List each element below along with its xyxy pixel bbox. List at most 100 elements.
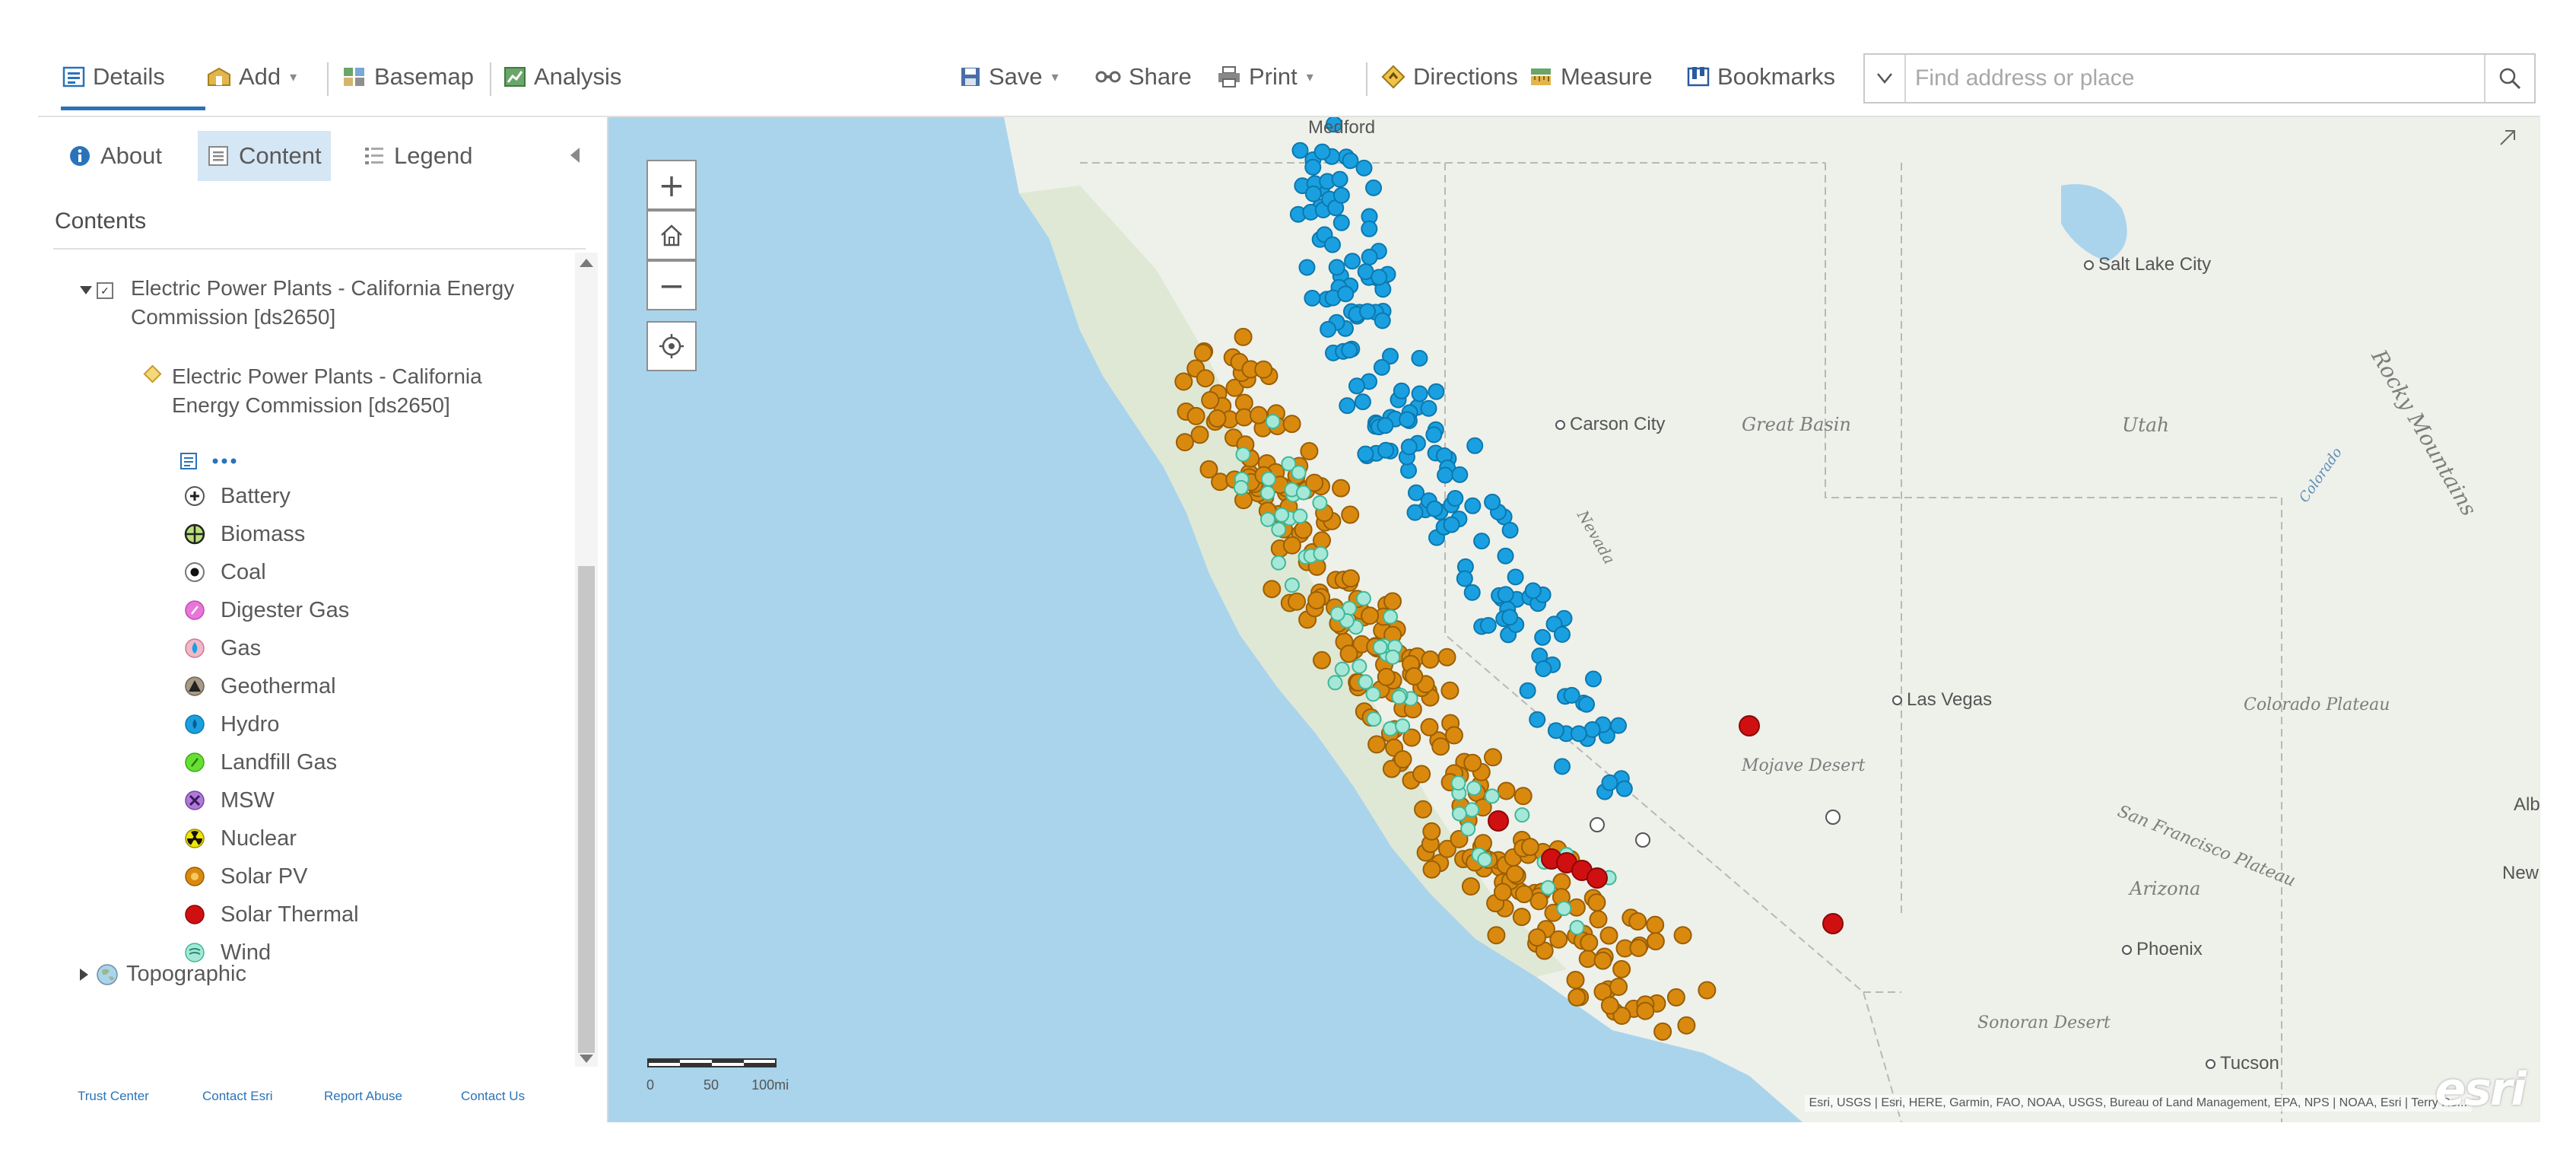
plant-marker[interactable] xyxy=(1313,143,1331,161)
plant-marker[interactable] xyxy=(1295,485,1311,501)
search-button[interactable] xyxy=(2484,55,2534,102)
plant-marker[interactable] xyxy=(1259,485,1275,501)
plant-marker[interactable] xyxy=(1477,851,1493,867)
plant-marker[interactable] xyxy=(1208,409,1227,428)
plant-marker[interactable] xyxy=(1291,142,1309,159)
plant-marker[interactable] xyxy=(1563,686,1580,704)
plant-marker[interactable] xyxy=(1391,689,1407,705)
details-button[interactable]: Details xyxy=(62,58,165,96)
plant-marker[interactable] xyxy=(1609,978,1628,996)
plant-marker[interactable] xyxy=(1313,546,1329,562)
plant-marker[interactable] xyxy=(1399,411,1416,428)
more-options-icon[interactable] xyxy=(211,457,237,465)
plant-marker[interactable] xyxy=(1479,617,1497,634)
plant-marker[interactable] xyxy=(1420,717,1439,736)
plant-marker[interactable] xyxy=(1610,717,1627,734)
plant-marker[interactable] xyxy=(1355,159,1373,177)
plant-marker[interactable] xyxy=(1400,462,1417,479)
contact-esri-link[interactable]: Contact Esri xyxy=(202,1089,273,1104)
layer-title[interactable]: Electric Power Plants - California Energ… xyxy=(131,274,526,332)
tab-legend[interactable]: Legend xyxy=(364,131,472,181)
plant-marker[interactable] xyxy=(1201,391,1220,409)
plant-marker[interactable] xyxy=(1677,1016,1696,1035)
locate-button[interactable] xyxy=(646,321,697,371)
plant-marker[interactable] xyxy=(1497,586,1514,603)
plant-marker[interactable] xyxy=(1373,358,1390,376)
plant-marker[interactable] xyxy=(1332,214,1350,231)
plant-marker[interactable] xyxy=(1331,170,1348,188)
plant-marker[interactable] xyxy=(1653,1022,1672,1041)
plant-marker[interactable] xyxy=(1175,433,1194,452)
plant-marker[interactable] xyxy=(1359,303,1376,320)
plant-marker[interactable] xyxy=(1365,179,1382,196)
plant-marker[interactable] xyxy=(1646,915,1665,934)
plant-marker[interactable] xyxy=(1393,750,1412,768)
sublayer-title[interactable]: Electric Power Plants - California Energ… xyxy=(172,362,514,420)
plant-marker[interactable] xyxy=(1233,479,1249,495)
plant-marker[interactable] xyxy=(1339,397,1356,415)
plant-marker[interactable] xyxy=(1341,342,1358,359)
plant-marker[interactable] xyxy=(1566,971,1585,989)
plant-marker[interactable] xyxy=(1174,372,1193,391)
plant-marker[interactable] xyxy=(1300,442,1319,460)
topographic-layer[interactable]: Topographic xyxy=(80,962,246,987)
plant-marker[interactable] xyxy=(1234,327,1253,346)
search-source-dropdown[interactable] xyxy=(1865,55,1906,102)
plant-marker[interactable] xyxy=(1414,800,1432,819)
plant-marker[interactable] xyxy=(1265,414,1281,429)
plant-marker[interactable] xyxy=(1320,320,1337,338)
search-input[interactable] xyxy=(1914,61,2449,96)
plant-marker[interactable] xyxy=(1520,838,1539,857)
contact-us-link[interactable]: Contact Us xyxy=(461,1089,525,1104)
plant-marker[interactable] xyxy=(1282,415,1301,434)
plant-marker[interactable] xyxy=(1254,360,1273,379)
plant-marker[interactable] xyxy=(1377,417,1394,434)
plant-marker[interactable] xyxy=(1466,437,1484,454)
plant-marker[interactable] xyxy=(1411,349,1428,367)
plant-marker[interactable] xyxy=(1284,577,1300,593)
scroll-up-icon[interactable] xyxy=(580,259,593,267)
plant-marker[interactable] xyxy=(1313,651,1331,670)
plant-marker[interactable] xyxy=(1352,658,1367,674)
plant-marker[interactable] xyxy=(1332,186,1350,204)
plant-marker[interactable] xyxy=(1601,774,1618,791)
plant-marker[interactable] xyxy=(1437,466,1454,484)
plant-marker[interactable] xyxy=(1578,695,1595,713)
plant-marker[interactable] xyxy=(1501,521,1519,539)
plant-marker[interactable] xyxy=(1450,775,1466,791)
plant-marker[interactable] xyxy=(1199,460,1218,479)
plant-marker[interactable] xyxy=(1263,580,1282,599)
plant-marker[interactable] xyxy=(1547,722,1564,740)
plant-marker[interactable] xyxy=(1451,466,1469,483)
plant-marker[interactable] xyxy=(1529,711,1546,728)
plant-marker[interactable] xyxy=(1395,718,1411,734)
plant-marker[interactable] xyxy=(1406,504,1424,521)
home-button[interactable] xyxy=(646,210,697,260)
plant-marker[interactable] xyxy=(1342,152,1359,170)
plant-marker[interactable] xyxy=(1593,951,1612,970)
plant-marker[interactable] xyxy=(1383,609,1398,625)
plant-marker[interactable] xyxy=(1372,639,1388,655)
plant-marker[interactable] xyxy=(1304,158,1322,176)
plant-marker[interactable] xyxy=(1822,913,1844,934)
plant-marker[interactable] xyxy=(1348,377,1365,395)
plant-marker[interactable] xyxy=(1422,860,1441,879)
plant-marker[interactable] xyxy=(1282,536,1301,555)
plant-marker[interactable] xyxy=(1186,406,1205,425)
plant-marker[interactable] xyxy=(1355,590,1371,606)
plant-marker[interactable] xyxy=(1291,465,1307,481)
table-icon[interactable] xyxy=(179,452,199,470)
plant-marker[interactable] xyxy=(1288,592,1306,611)
plant-marker[interactable] xyxy=(1535,660,1552,677)
plant-marker[interactable] xyxy=(1487,926,1506,945)
plant-marker[interactable] xyxy=(1497,781,1516,800)
plant-marker[interactable] xyxy=(1298,259,1316,276)
plant-marker[interactable] xyxy=(1426,500,1444,517)
plant-marker[interactable] xyxy=(1235,447,1251,463)
plant-marker[interactable] xyxy=(1825,810,1841,825)
basemap-button[interactable]: Basemap xyxy=(342,58,474,96)
plant-marker[interactable] xyxy=(1383,721,1398,736)
plant-marker[interactable] xyxy=(1473,533,1491,550)
plant-marker[interactable] xyxy=(1484,493,1501,511)
plant-marker[interactable] xyxy=(1374,312,1391,329)
